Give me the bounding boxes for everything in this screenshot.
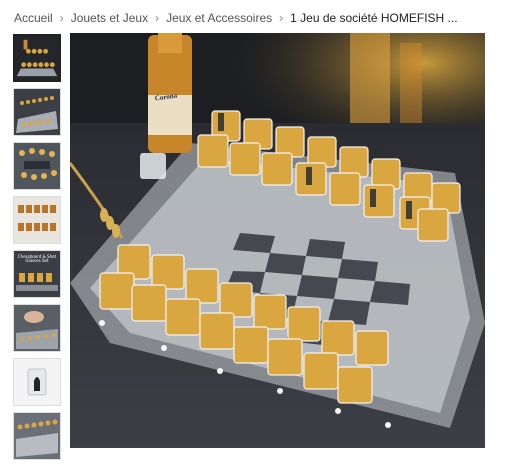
thumbnail-1[interactable]: [13, 34, 61, 82]
chess-shot-glasses-set-photo: [70, 33, 485, 448]
shot-glasses-rows-thumbnail-image: [14, 197, 60, 243]
single-glass-thumbnail-image: [14, 359, 60, 405]
thumbnail-caption: Chessboard & Shot Glasses Set: [17, 254, 57, 263]
thumbnail-4[interactable]: [13, 196, 61, 244]
chess-board-angle-thumbnail-image: [14, 89, 60, 135]
chess-close-up-thumbnail-image: [14, 143, 60, 189]
chess-shots-thumbnail-image: [15, 36, 59, 80]
breadcrumb-current-product: 1 Jeu de société HOMEFISH ...: [290, 11, 458, 25]
board-side-view-thumbnail-image: [14, 413, 60, 459]
thumbnail-5[interactable]: Chessboard & Shot Glasses Set: [13, 250, 61, 298]
thumbnail-7[interactable]: [13, 358, 61, 406]
breadcrumb-toys-games[interactable]: Jouets et Jeux: [71, 11, 148, 25]
thumbnail-8[interactable]: [13, 412, 61, 460]
hand-playing-thumbnail-image: [14, 305, 60, 351]
main-product-image[interactable]: Corona: [70, 33, 485, 448]
breadcrumb-separator: ›: [59, 11, 64, 25]
breadcrumb-games-accessories[interactable]: Jeux et Accessoires: [166, 11, 272, 25]
breadcrumb-separator: ›: [155, 11, 160, 25]
thumbnail-6[interactable]: [13, 304, 61, 352]
thumbnail-3[interactable]: [13, 142, 61, 190]
breadcrumb-separator: ›: [279, 11, 284, 25]
breadcrumb-home[interactable]: Accueil: [14, 11, 53, 25]
breadcrumb: Accueil › Jouets et Jeux › Jeux et Acces…: [14, 9, 458, 27]
thumbnail-2[interactable]: [13, 88, 61, 136]
thumbnail-gallery: Chessboard & Shot Glasses Set: [13, 34, 61, 466]
